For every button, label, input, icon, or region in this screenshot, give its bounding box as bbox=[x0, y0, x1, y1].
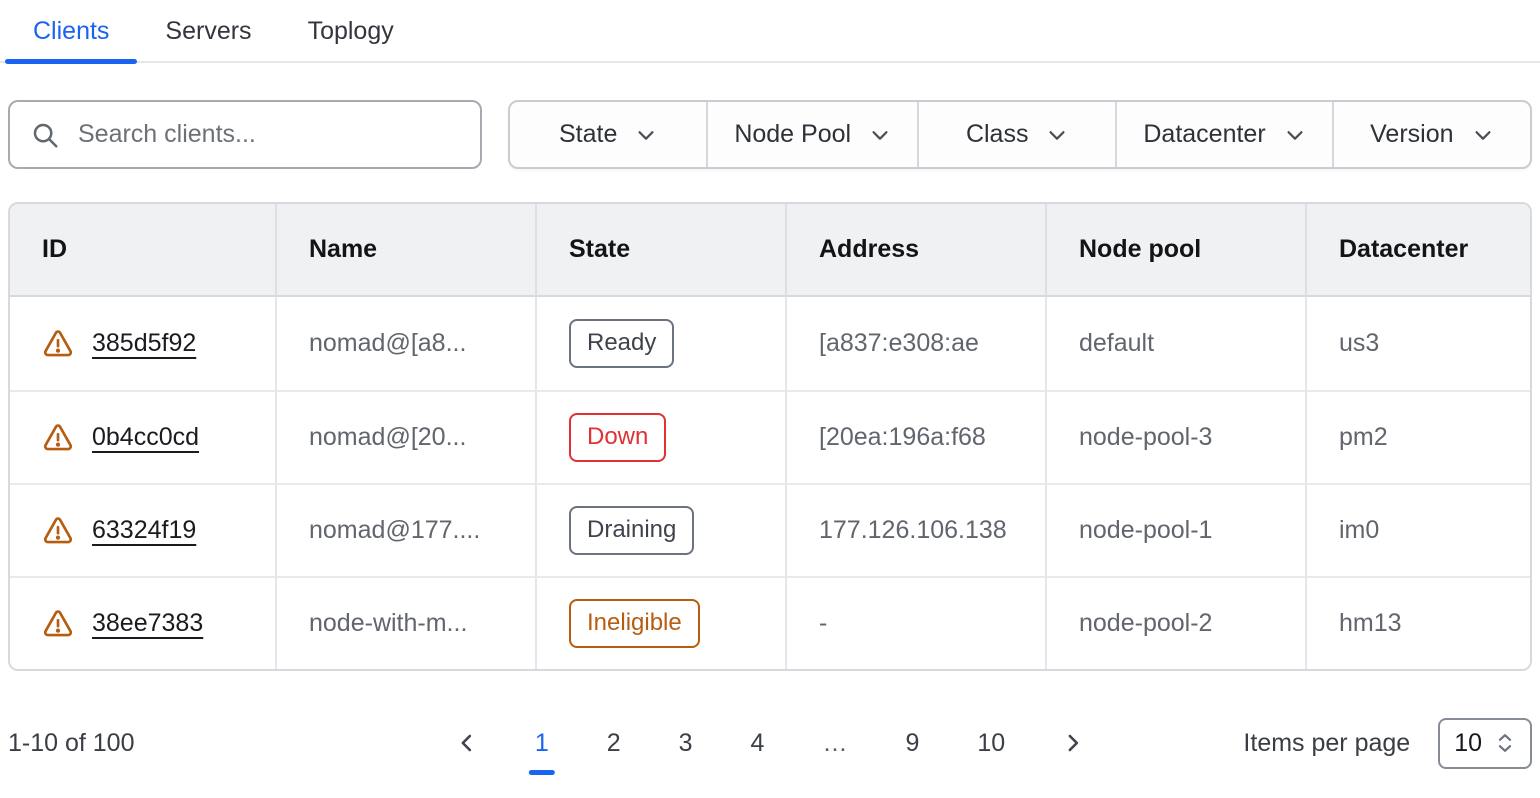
state-badge: Ready bbox=[569, 319, 674, 368]
results-summary: 1-10 of 100 bbox=[8, 729, 135, 758]
client-name: nomad@[20... bbox=[275, 390, 535, 483]
client-id-link[interactable]: 63324f19 bbox=[92, 516, 196, 545]
col-header-datacenter: Datacenter bbox=[1305, 204, 1530, 297]
client-name: node-with-m... bbox=[275, 576, 535, 669]
tab-bar: Clients Servers Toplogy bbox=[0, 0, 1540, 63]
filter-datacenter-label: Datacenter bbox=[1143, 120, 1265, 149]
chevron-down-icon bbox=[1046, 124, 1068, 146]
col-header-name: Name bbox=[275, 204, 535, 297]
items-per-page-value: 10 bbox=[1454, 729, 1482, 758]
controls-row: State Node Pool Class Datacenter Version bbox=[8, 100, 1532, 169]
chevron-down-icon bbox=[869, 124, 891, 146]
filter-state-label: State bbox=[559, 120, 617, 149]
table-row: 63324f19 nomad@177.... Draining 177.126.… bbox=[10, 483, 1530, 576]
client-address: 177.126.106.138 bbox=[785, 483, 1045, 576]
state-badge: Down bbox=[569, 413, 666, 462]
client-node-pool: node-pool-1 bbox=[1045, 483, 1305, 576]
client-id-cell: 0b4cc0cd bbox=[42, 422, 243, 454]
state-badge: Draining bbox=[569, 506, 694, 555]
chevron-down-icon bbox=[1472, 124, 1494, 146]
filter-node-pool-label: Node Pool bbox=[734, 120, 851, 149]
warning-triangle-icon bbox=[42, 422, 74, 454]
filter-node-pool[interactable]: Node Pool bbox=[706, 102, 917, 167]
page-number-4[interactable]: 4 bbox=[745, 729, 771, 758]
page-number-3[interactable]: 3 bbox=[673, 729, 699, 758]
items-per-page: Items per page 10 bbox=[1243, 718, 1532, 769]
client-id-link[interactable]: 385d5f92 bbox=[92, 329, 196, 358]
filter-version-label: Version bbox=[1370, 120, 1453, 149]
pagination-bar: 1-10 of 100 1 2 3 4 … 9 10 Items per pag… bbox=[8, 713, 1532, 773]
client-address: - bbox=[785, 576, 1045, 669]
table-header: ID Name State Address Node pool Datacent… bbox=[10, 204, 1530, 297]
client-datacenter: hm13 bbox=[1305, 576, 1530, 669]
prev-page-button[interactable] bbox=[451, 727, 483, 759]
filter-version[interactable]: Version bbox=[1332, 102, 1530, 167]
client-id-cell: 38ee7383 bbox=[42, 608, 243, 640]
client-id-cell: 385d5f92 bbox=[42, 328, 243, 360]
col-header-node-pool: Node pool bbox=[1045, 204, 1305, 297]
page-number-1[interactable]: 1 bbox=[529, 729, 555, 758]
page-number-10[interactable]: 10 bbox=[971, 729, 1011, 758]
filter-class-label: Class bbox=[966, 120, 1029, 149]
client-node-pool: node-pool-2 bbox=[1045, 576, 1305, 669]
client-id-link[interactable]: 38ee7383 bbox=[92, 609, 203, 638]
client-name: nomad@[a8... bbox=[275, 297, 535, 390]
col-header-id: ID bbox=[10, 204, 275, 297]
client-id-link[interactable]: 0b4cc0cd bbox=[92, 423, 199, 452]
state-badge: Ineligible bbox=[569, 599, 700, 648]
items-per-page-select[interactable]: 10 bbox=[1438, 718, 1532, 769]
filter-group: State Node Pool Class Datacenter Version bbox=[508, 100, 1532, 169]
filter-class[interactable]: Class bbox=[917, 102, 1115, 167]
items-per-page-label: Items per page bbox=[1243, 729, 1410, 758]
table-row: 385d5f92 nomad@[a8... Ready [a837:e308:a… bbox=[10, 297, 1530, 390]
chevron-right-icon bbox=[1061, 731, 1085, 755]
chevron-left-icon bbox=[455, 731, 479, 755]
client-name: nomad@177.... bbox=[275, 483, 535, 576]
clients-table: ID Name State Address Node pool Datacent… bbox=[8, 202, 1532, 671]
table-row: 38ee7383 node-with-m... Ineligible - nod… bbox=[10, 576, 1530, 669]
filter-state[interactable]: State bbox=[510, 102, 706, 167]
tab-servers[interactable]: Servers bbox=[137, 0, 279, 61]
client-node-pool: default bbox=[1045, 297, 1305, 390]
warning-triangle-icon bbox=[42, 515, 74, 547]
client-address: [20ea:196a:f68 bbox=[785, 390, 1045, 483]
pagination-ellipsis: … bbox=[816, 729, 853, 758]
client-address: [a837:e308:ae bbox=[785, 297, 1045, 390]
tab-clients[interactable]: Clients bbox=[5, 0, 137, 61]
page-number-9[interactable]: 9 bbox=[899, 729, 925, 758]
tab-toplogy[interactable]: Toplogy bbox=[280, 0, 422, 61]
search-input[interactable] bbox=[76, 119, 460, 150]
chevron-down-icon bbox=[635, 124, 657, 146]
next-page-button[interactable] bbox=[1057, 727, 1089, 759]
client-datacenter: im0 bbox=[1305, 483, 1530, 576]
col-header-state: State bbox=[535, 204, 785, 297]
client-id-cell: 63324f19 bbox=[42, 515, 243, 547]
table-row: 0b4cc0cd nomad@[20... Down [20ea:196a:f6… bbox=[10, 390, 1530, 483]
page-number-2[interactable]: 2 bbox=[601, 729, 627, 758]
client-node-pool: node-pool-3 bbox=[1045, 390, 1305, 483]
up-down-chevrons-icon bbox=[1494, 730, 1516, 756]
filter-datacenter[interactable]: Datacenter bbox=[1115, 102, 1331, 167]
pager: 1 2 3 4 … 9 10 bbox=[451, 727, 1089, 759]
warning-triangle-icon bbox=[42, 608, 74, 640]
search-icon bbox=[30, 120, 60, 150]
chevron-down-icon bbox=[1284, 124, 1306, 146]
clients-page: Clients Servers Toplogy State Node Pool … bbox=[0, 0, 1540, 773]
client-datacenter: us3 bbox=[1305, 297, 1530, 390]
client-datacenter: pm2 bbox=[1305, 390, 1530, 483]
col-header-address: Address bbox=[785, 204, 1045, 297]
warning-triangle-icon bbox=[42, 328, 74, 360]
search-box bbox=[8, 100, 482, 169]
